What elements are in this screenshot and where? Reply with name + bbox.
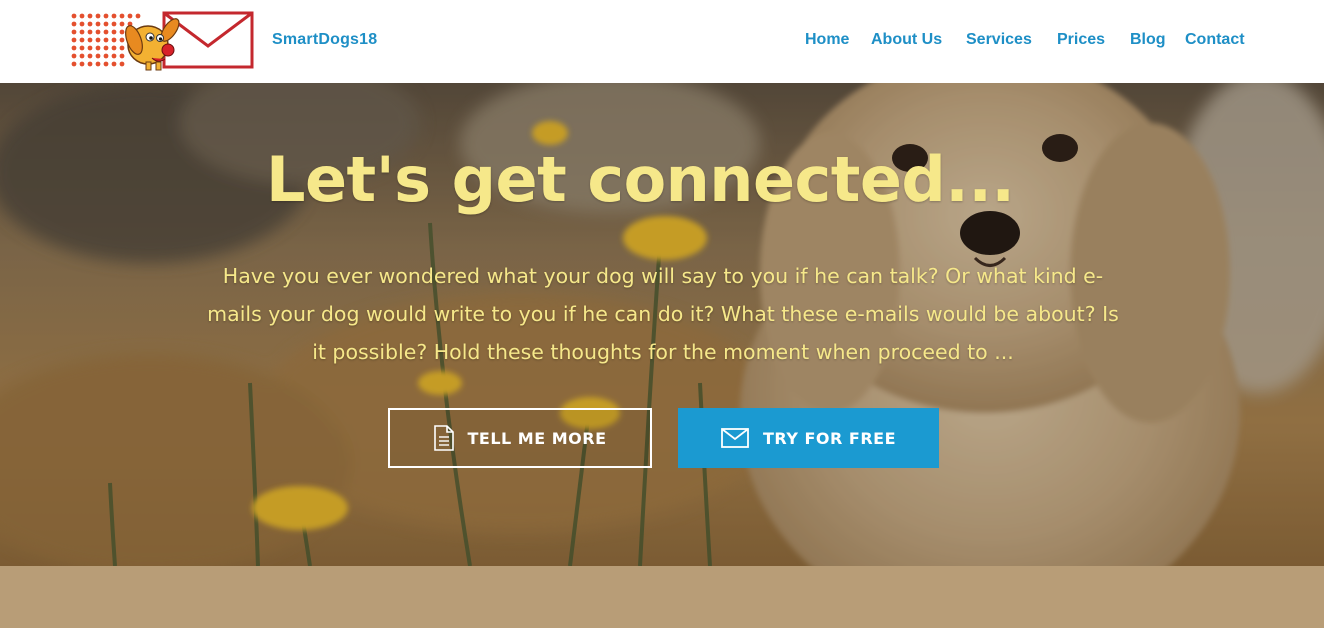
nav-blog[interactable]: Blog xyxy=(1130,31,1166,49)
try-for-free-label: TRY FOR FREE xyxy=(762,428,897,448)
main-nav: Home About Us Services Prices Blog Conta… xyxy=(0,31,1324,55)
try-for-free-button[interactable]: TRY FOR FREE xyxy=(678,408,939,468)
envelope-icon xyxy=(721,428,749,448)
tell-me-more-button[interactable]: TELL ME MORE xyxy=(388,408,652,468)
tell-me-more-label: TELL ME MORE xyxy=(467,428,607,448)
nav-about-us[interactable]: About Us xyxy=(871,31,942,49)
hero-description: Have you ever wondered what your dog wil… xyxy=(207,264,1119,364)
section-band xyxy=(0,566,1324,628)
document-icon xyxy=(433,425,454,451)
hero-title: Let's get connected... xyxy=(266,143,1015,216)
hero-section: Let's get connected... Have you ever won… xyxy=(0,83,1324,566)
nav-home[interactable]: Home xyxy=(805,31,849,49)
site-header: SmartDogs18 Home About Us Services Price… xyxy=(0,0,1324,83)
nav-prices[interactable]: Prices xyxy=(1057,31,1105,49)
nav-contact[interactable]: Contact xyxy=(1185,31,1245,49)
nav-services[interactable]: Services xyxy=(966,31,1032,49)
